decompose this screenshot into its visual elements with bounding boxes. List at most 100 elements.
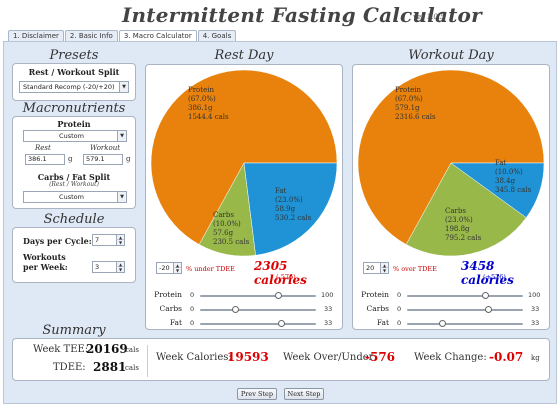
rest-calories: 2305 calories [254, 259, 307, 287]
presets-title: Presets [49, 48, 99, 63]
workout-protein-grams: 579.1g [395, 104, 420, 112]
rest-carbs-slider[interactable] [200, 306, 316, 313]
rest-fat-slice-label: Fat (23.0%) 58.9g 530.2 cals [275, 187, 311, 223]
rest-fat-grams: 58.9g [275, 205, 296, 213]
slider-max: 33 [324, 319, 333, 327]
prev-step-button[interactable]: Prev Step [237, 388, 277, 400]
rest-protein-slice-label: Protein (67.0%) 386.1g 1544.4 cals [188, 86, 229, 122]
macronutrients-title: Macronutrients [22, 101, 126, 116]
preset-select[interactable]: Standard Recomp (-20/+20) ▼ [19, 81, 129, 93]
workout-protein-name: Protein [395, 86, 421, 94]
slider-max: 33 [531, 319, 540, 327]
workouts-per-week-spinner[interactable]: 3 ▲ ▼ [92, 261, 125, 273]
rest-carbs-name: Carbs [213, 211, 234, 219]
slider-thumb[interactable] [438, 320, 446, 327]
tab-goals[interactable]: 4. Goals [197, 30, 237, 41]
workout-carbs-pct: (23.0%) [445, 216, 473, 224]
rest-fat-cals: 530.2 cals [275, 214, 312, 222]
week-tdee-unit: cals [125, 346, 139, 354]
spin-down-icon[interactable]: ▼ [173, 268, 181, 273]
workout-day-title: Workout Day [408, 48, 494, 63]
workout-protein-cals: 2316.6 cals [395, 113, 436, 121]
tdee-value: 2881 [93, 360, 127, 374]
rest-adjust-spinner[interactable]: -20 ▲ ▼ [156, 262, 182, 274]
workout-carbs-cals: 795.2 cals [445, 234, 482, 242]
workout-protein-input[interactable]: 579.1 [83, 154, 123, 165]
week-tdee-label: Week TEE: [33, 344, 89, 355]
workout-protein-slider-row: Protein 0 100 [353, 290, 549, 302]
macronutrients-panel: Protein Custom ▼ Rest Workout 386.1 g 57… [12, 116, 136, 209]
workout-carbs-slider-label: Carbs [366, 304, 389, 313]
slider-thumb[interactable] [481, 292, 489, 299]
workout-adjust-note: % over TDEE [393, 265, 437, 273]
rest-fat-name: Fat [275, 187, 287, 195]
workout-fat-slice-label: Fat (10.0%) 38.4g 345.8 cals [495, 159, 531, 195]
rest-day-title: Rest Day [214, 48, 274, 63]
rest-fat-pct: (23.0%) [275, 196, 303, 204]
slider-max: 33 [531, 305, 540, 313]
workout-protein-slice-label: Protein (67.0%) 579.1g 2316.6 cals [395, 86, 436, 122]
workout-protein-unit: g [126, 155, 131, 163]
rest-label: Rest [35, 144, 51, 152]
workout-carbs-grams: 198.8g [445, 225, 470, 233]
tdee-unit: cals [125, 364, 139, 372]
rest-carbs-slice-label: Carbs (10.0%) 57.6g 230.5 cals [213, 211, 249, 247]
tab-disclaimer[interactable]: 1. Disclaimer [8, 30, 64, 41]
slider-thumb[interactable] [274, 292, 282, 299]
week-calories-label: Week Calories: [156, 352, 232, 363]
slider-min: 0 [190, 305, 195, 313]
protein-mode-select[interactable]: Custom ▼ [23, 130, 127, 142]
spin-down-icon[interactable]: ▼ [116, 240, 124, 245]
next-step-button[interactable]: Next Step [284, 388, 324, 400]
summary-title: Summary [42, 323, 106, 338]
workout-adjust-value: 20 [366, 264, 375, 272]
carbs-fat-split-sub: (Rest / Workout) [49, 181, 99, 188]
app-header: Intermittent Fasting Calculator ver 1.0.… [0, 0, 560, 28]
week-calories-value: 19593 [227, 350, 269, 364]
tab-basic-info[interactable]: 2. Basic Info [64, 30, 118, 41]
rest-protein-slider[interactable] [200, 292, 316, 299]
schedule-title: Schedule [43, 212, 105, 227]
slider-min: 0 [397, 319, 402, 327]
slider-thumb[interactable] [485, 306, 493, 313]
preset-select-value: Standard Recomp (-20/+20) [23, 83, 115, 91]
week-over-under-value: -576 [365, 350, 396, 364]
summary-divider [147, 345, 148, 377]
workout-protein-slider[interactable] [407, 292, 523, 299]
rest-adjust-value: -20 [159, 264, 170, 272]
rest-carbs-pct: (10.0%) [213, 220, 241, 228]
workout-fat-cals: 345.8 cals [495, 186, 532, 194]
spin-down-icon[interactable]: ▼ [116, 267, 124, 272]
rest-day-panel: Protein (67.0%) 386.1g 1544.4 cals Fat (… [145, 64, 343, 330]
workout-adjust-spinner[interactable]: 20 ▲ ▼ [363, 262, 389, 274]
workout-calorie-diff: (+576) [483, 273, 506, 281]
rest-protein-input[interactable]: 386.1 [25, 154, 65, 165]
slider-min: 0 [397, 305, 402, 313]
carbs-fat-mode-select[interactable]: Custom ▼ [23, 191, 127, 203]
workout-day-panel: Protein (67.0%) 579.1g 2316.6 cals Fat (… [352, 64, 550, 330]
rest-calorie-diff: (-576) [276, 273, 296, 281]
rest-protein-cals: 1544.4 cals [188, 113, 229, 121]
rest-protein-grams: 386.1g [188, 104, 213, 112]
protein-label: Protein [57, 119, 91, 129]
days-per-cycle-spinner[interactable]: 7 ▲ ▼ [92, 234, 125, 246]
rest-fat-slider[interactable] [200, 320, 316, 327]
rest-protein-unit: g [68, 155, 73, 163]
workout-carbs-slice-label: Carbs (23.0%) 198.8g 795.2 cals [445, 207, 481, 243]
week-over-under-label: Week Over/Under: [283, 352, 377, 363]
slider-min: 0 [190, 319, 195, 327]
days-per-cycle-label: Days per Cycle: [23, 236, 92, 246]
workout-carbs-name: Carbs [445, 207, 466, 215]
rest-protein-slider-label: Protein [154, 290, 182, 299]
app-version: ver 1.0.5 [413, 13, 445, 21]
slider-thumb[interactable] [231, 306, 239, 313]
workout-fat-slider[interactable] [407, 320, 523, 327]
slider-thumb[interactable] [278, 320, 286, 327]
rest-carbs-slider-label: Carbs [159, 304, 182, 313]
spin-down-icon[interactable]: ▼ [380, 268, 388, 273]
summary-panel: Week TEE: 20169 cals TDEE: 2881 cals Wee… [12, 338, 550, 381]
workouts-per-week-label: Workouts per Week: [23, 252, 68, 272]
rest-carbs-slider-row: Carbs 0 33 [146, 304, 342, 316]
rest-carbs-cals: 230.5 cals [213, 238, 250, 246]
workout-carbs-slider[interactable] [407, 306, 523, 313]
